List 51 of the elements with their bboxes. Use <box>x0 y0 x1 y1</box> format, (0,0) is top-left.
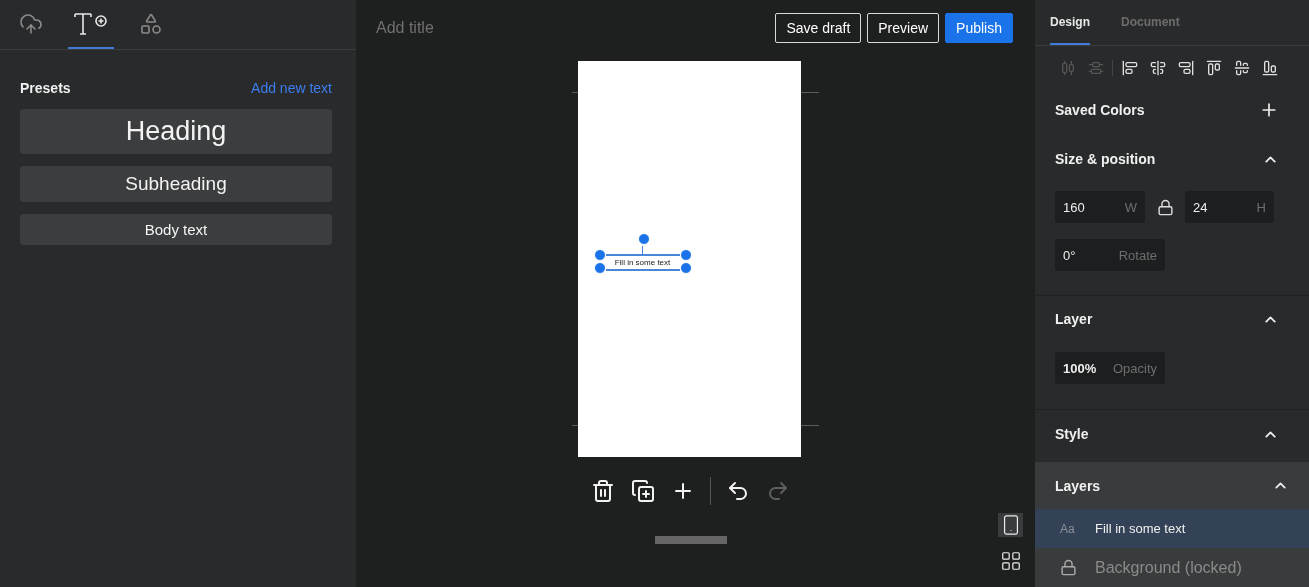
resize-handle[interactable] <box>593 262 606 274</box>
section-title: Layers <box>1055 477 1101 494</box>
align-icon <box>1087 59 1104 76</box>
align-icon <box>1121 59 1138 76</box>
layer-name: Fill in some text <box>1095 521 1186 536</box>
section-title: Saved Colors <box>1055 102 1145 118</box>
layer-name: Background (locked) <box>1095 558 1242 577</box>
duplicate-icon <box>631 479 655 503</box>
resize-handle[interactable] <box>679 262 692 274</box>
rotate-handle[interactable] <box>637 233 650 245</box>
scroll-handle[interactable] <box>655 536 727 544</box>
grid-icon <box>999 550 1022 572</box>
shapes-icon <box>139 11 163 36</box>
add-text-link[interactable]: Add new text <box>251 80 332 96</box>
duplicate-button[interactable] <box>630 478 656 504</box>
lock-icon <box>1060 559 1077 576</box>
header-button[interactable]: Save draft <box>775 12 862 43</box>
view-toggle[interactable] <box>998 513 1023 537</box>
cloud-upload-icon <box>19 11 43 36</box>
text-add-icon <box>73 10 109 37</box>
layer-item[interactable]: Aa Fill in some text <box>1035 509 1309 548</box>
panel-tab[interactable]: Design <box>1050 0 1090 45</box>
lock-icon <box>1156 198 1174 216</box>
delete-button[interactable] <box>590 478 616 504</box>
align-icon <box>1205 59 1222 76</box>
text-type-label: Aa <box>1060 521 1076 536</box>
title-field[interactable]: Add title <box>374 17 578 38</box>
section-title: Size & position <box>1055 151 1156 167</box>
section-title: Style <box>1055 426 1089 442</box>
align-icon <box>1059 59 1076 76</box>
delete-icon <box>591 479 615 503</box>
rotate-field[interactable]: 0° Rotate <box>1055 239 1165 271</box>
publish-button[interactable]: Publish <box>945 12 1013 43</box>
redo-icon <box>766 479 790 503</box>
preset-button[interactable]: Heading <box>20 109 332 154</box>
header-button[interactable]: Preview <box>867 12 940 43</box>
align-icon <box>1177 59 1194 76</box>
preset-button[interactable]: Subheading <box>20 166 332 202</box>
align-icon <box>1149 59 1166 76</box>
presets-title: Presets <box>20 80 71 96</box>
width-field[interactable]: 160 W <box>1055 191 1145 223</box>
section-title: Layer <box>1055 311 1093 327</box>
height-field[interactable]: 24 H <box>1185 191 1274 223</box>
undo-icon <box>726 479 750 503</box>
opacity-field[interactable]: 100% Opacity <box>1055 352 1165 384</box>
selected-text[interactable]: Fill in some text <box>605 254 680 271</box>
align-icon <box>1261 59 1278 76</box>
resize-handle[interactable] <box>679 249 692 261</box>
resize-handle[interactable] <box>593 249 606 261</box>
align-icon <box>1233 59 1250 76</box>
preset-button[interactable]: Body text <box>20 214 332 245</box>
